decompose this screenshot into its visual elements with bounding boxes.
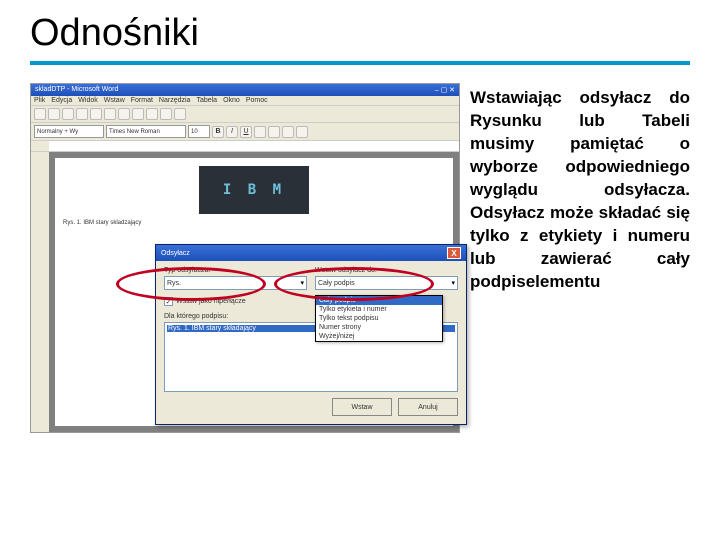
figure-caption: Rys. 1. IBM stary skladzający [63, 220, 445, 228]
align-right-icon[interactable] [282, 126, 294, 138]
checkbox-icon[interactable]: ✓ [164, 297, 173, 306]
ref-label: Wstaw odsyłacz do: [315, 267, 458, 274]
menu-edit[interactable]: Edycja [51, 97, 72, 104]
opt-full-caption[interactable]: Cały podpis [316, 296, 442, 305]
hyperlink-label: Wstaw jako hiperłącze [176, 298, 246, 305]
type-select[interactable]: Rys. [164, 276, 307, 290]
hyperlink-checkbox[interactable]: ✓ Wstaw jako hiperłącze [164, 297, 307, 306]
align-justify-icon[interactable] [296, 126, 308, 138]
close-icon[interactable]: X [447, 247, 461, 259]
formatting-toolbar[interactable]: Normalny + Wy Times New Roman 10 B I U [31, 123, 459, 141]
tb-new-icon[interactable] [34, 108, 46, 120]
ruler[interactable] [31, 141, 459, 152]
style-select[interactable]: Normalny + Wy [34, 125, 104, 138]
menu-file[interactable]: Plik [34, 97, 45, 104]
dialog-title-text: Odsyłacz [161, 250, 190, 257]
tb-cut-icon[interactable] [118, 108, 130, 120]
explanatory-text: Wstawiając odsyłacz do Rysunku lub Tabel… [470, 83, 690, 433]
opt-page-number[interactable]: Numer strony [316, 323, 442, 332]
tb-paste-icon[interactable] [146, 108, 158, 120]
word-title-text: skladDTP - Microsoft Word [35, 86, 118, 94]
ibm-image: I B M [199, 166, 309, 214]
menu-insert[interactable]: Wstaw [104, 97, 125, 104]
tb-open-icon[interactable] [48, 108, 60, 120]
crossref-dialog: Odsyłacz X Typ odsyłacza: Rys. [155, 244, 467, 425]
opt-label-number[interactable]: Tylko etykieta i numer [316, 305, 442, 314]
ref-select[interactable]: Cały podpis [315, 276, 458, 290]
word-window: skladDTP - Microsoft Word – ▢ ✕ Plik Edy… [30, 83, 460, 433]
tb-print-icon[interactable] [76, 108, 88, 120]
opt-above-below[interactable]: Wyżej/niżej [316, 332, 442, 341]
insert-button[interactable]: Wstaw [332, 398, 392, 416]
opt-caption-text[interactable]: Tylko tekst podpisu [316, 314, 442, 323]
dialog-body: Typ odsyłacza: Rys. Wstaw odsyłacz do: C… [156, 261, 466, 424]
tb-spell-icon[interactable] [104, 108, 116, 120]
underline-icon[interactable]: U [240, 126, 252, 138]
menu-help[interactable]: Pomoc [246, 97, 268, 104]
size-select[interactable]: 10 [188, 125, 210, 138]
bold-icon[interactable]: B [212, 126, 224, 138]
word-titlebar: skladDTP - Microsoft Word – ▢ ✕ [31, 84, 459, 96]
vertical-ruler[interactable] [31, 152, 49, 432]
align-center-icon[interactable] [268, 126, 280, 138]
slide-title: Odnośniki [30, 12, 690, 55]
standard-toolbar[interactable] [31, 106, 459, 123]
document-page[interactable]: I B M Rys. 1. IBM stary skladzający Odsy… [55, 158, 453, 426]
tb-preview-icon[interactable] [90, 108, 102, 120]
menubar[interactable]: Plik Edycja Widok Wstaw Format Narzędzia… [31, 96, 459, 106]
italic-icon[interactable]: I [226, 126, 238, 138]
window-controls[interactable]: – ▢ ✕ [435, 86, 455, 94]
title-underline [30, 61, 690, 65]
content-row: skladDTP - Microsoft Word – ▢ ✕ Plik Edy… [30, 83, 690, 433]
dialog-titlebar: Odsyłacz X [156, 245, 466, 261]
tb-undo-icon[interactable] [160, 108, 172, 120]
document-area: I B M Rys. 1. IBM stary skladzający Odsy… [31, 152, 459, 432]
word-screenshot: skladDTP - Microsoft Word – ▢ ✕ Plik Edy… [30, 83, 460, 433]
cancel-button[interactable]: Anuluj [398, 398, 458, 416]
tb-copy-icon[interactable] [132, 108, 144, 120]
tb-redo-icon[interactable] [174, 108, 186, 120]
menu-view[interactable]: Widok [78, 97, 97, 104]
menu-window[interactable]: Okno [223, 97, 240, 104]
menu-table[interactable]: Tabela [196, 97, 217, 104]
ref-dropdown[interactable]: Cały podpis Tylko etykieta i numer Tylko… [315, 295, 443, 342]
font-select[interactable]: Times New Roman [106, 125, 186, 138]
menu-format[interactable]: Format [131, 97, 153, 104]
align-left-icon[interactable] [254, 126, 266, 138]
menu-tools[interactable]: Narzędzia [159, 97, 191, 104]
tb-save-icon[interactable] [62, 108, 74, 120]
type-label: Typ odsyłacza: [164, 267, 307, 274]
